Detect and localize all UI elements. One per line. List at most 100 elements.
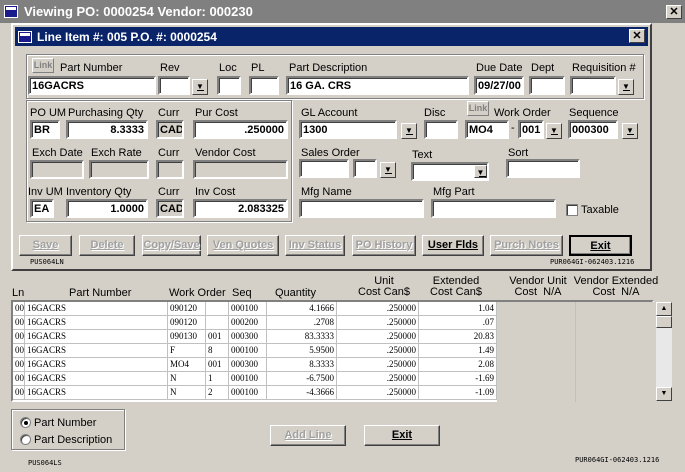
sort-label: Sort bbox=[508, 147, 529, 159]
scroll-down-icon[interactable]: ▼ bbox=[656, 387, 672, 401]
scroll-up-icon[interactable]: ▲ bbox=[656, 302, 672, 316]
cell-seq: 000300 bbox=[229, 358, 267, 372]
form-code-left-2: PUS064LS bbox=[28, 459, 62, 467]
pur-cost-label: Pur Cost bbox=[195, 107, 238, 119]
sort-field[interactable] bbox=[506, 159, 580, 178]
sort-part-description-radio[interactable] bbox=[20, 434, 31, 445]
loc-field[interactable] bbox=[217, 76, 241, 95]
taxable-checkbox[interactable] bbox=[566, 204, 578, 216]
link2-button[interactable]: Link bbox=[467, 101, 489, 116]
work-order-suffix-field[interactable]: 001 bbox=[518, 120, 544, 139]
mfg-name-field[interactable] bbox=[299, 199, 424, 218]
gl-account-dropdown-icon[interactable]: ▼ bbox=[401, 123, 417, 139]
curr-label-2: Curr bbox=[158, 147, 180, 159]
ven-quotes-button[interactable]: Ven Quotes bbox=[207, 235, 279, 256]
table-row[interactable]: 00716GACRSN2000100-4.3666.250000-1.09 bbox=[13, 386, 652, 400]
dept-field[interactable] bbox=[529, 76, 565, 95]
cell-ln: 005 bbox=[13, 358, 25, 372]
pur-cost-field[interactable]: .250000 bbox=[193, 120, 288, 139]
sales-order-suffix-field[interactable] bbox=[353, 159, 377, 178]
work-order-dropdown-icon[interactable]: ▼ bbox=[546, 123, 562, 139]
cell-ext: -1.09 bbox=[419, 386, 497, 400]
exit-button-2[interactable]: Exit bbox=[364, 425, 440, 446]
mfg-part-field[interactable] bbox=[431, 199, 556, 218]
cell-ln: 004 bbox=[13, 344, 25, 358]
part-number-field[interactable]: 16GACRS bbox=[28, 76, 156, 95]
delete-button[interactable]: Delete bbox=[79, 235, 135, 256]
purchasing-qty-field[interactable]: 8.3333 bbox=[66, 120, 148, 139]
sequence-field[interactable]: 000300 bbox=[568, 120, 618, 139]
gl-account-label: GL Account bbox=[301, 107, 358, 119]
cell-seq: 000300 bbox=[229, 330, 267, 344]
cell-ext: -1.69 bbox=[419, 372, 497, 386]
requisition-dropdown-icon[interactable]: ▼ bbox=[618, 79, 634, 95]
add-line-button[interactable]: Add Line bbox=[270, 425, 346, 446]
save-button[interactable]: Save bbox=[19, 235, 72, 256]
gl-account-field[interactable]: 1300 bbox=[299, 120, 397, 139]
vendor-cost-label: Vendor Cost bbox=[195, 147, 256, 159]
requisition-field[interactable] bbox=[570, 76, 616, 95]
sales-order-dropdown-icon[interactable]: ▼ bbox=[380, 162, 396, 178]
rev-dropdown-icon[interactable]: ▼ bbox=[192, 79, 208, 95]
copy-save-button[interactable]: Copy/Save bbox=[142, 235, 201, 256]
dialog-close-icon[interactable]: ✕ bbox=[629, 29, 645, 43]
cell-seq: 000100 bbox=[229, 302, 267, 316]
table-row[interactable]: 00516GACRSMO40010003008.3333.2500002.08 bbox=[13, 358, 652, 372]
pl-field[interactable] bbox=[249, 76, 279, 95]
cell-qty: 4.1666 bbox=[267, 302, 337, 316]
cell-part: 16GACRS bbox=[25, 316, 168, 330]
cell-qty: 5.9500 bbox=[267, 344, 337, 358]
po-um-field[interactable]: BR bbox=[30, 120, 60, 139]
cell-wo2 bbox=[206, 302, 229, 316]
cell-part: 16GACRS bbox=[25, 358, 168, 372]
table-row[interactable]: 00316GACRS09013000100030083.3333.2500002… bbox=[13, 330, 652, 344]
cell-wo2: 1 bbox=[206, 372, 229, 386]
cell-unit: .250000 bbox=[337, 316, 419, 330]
due-date-field[interactable]: 09/27/00 bbox=[474, 76, 524, 95]
line-items-grid[interactable]: 00116GACRS0901200001004.1666.2500001.040… bbox=[11, 300, 654, 402]
sequence-label: Sequence bbox=[569, 107, 619, 119]
cell-unit: .250000 bbox=[337, 344, 419, 358]
exit-button[interactable]: Exit bbox=[569, 235, 632, 256]
loc-label: Loc bbox=[219, 62, 237, 74]
sort-part-number-radio[interactable] bbox=[20, 417, 31, 428]
sort-part-number-label: Part Number bbox=[34, 417, 97, 429]
inv-cost-field[interactable]: 2.083325 bbox=[193, 199, 288, 218]
dept-label: Dept bbox=[531, 62, 555, 74]
purch-notes-button[interactable]: Purch Notes bbox=[490, 235, 563, 256]
po-history-button[interactable]: PO History bbox=[352, 235, 416, 256]
sequence-dropdown-icon[interactable]: ▼ bbox=[622, 123, 638, 139]
col-seq-header: Seq bbox=[232, 287, 252, 299]
cell-wo2: 001 bbox=[206, 330, 229, 344]
cell-part: 16GACRS bbox=[25, 386, 168, 400]
scroll-thumb[interactable] bbox=[656, 316, 672, 328]
work-order-field[interactable]: MO4 bbox=[465, 120, 509, 139]
inv-status-button[interactable]: Inv Status bbox=[285, 235, 345, 256]
inventory-qty-field[interactable]: 1.0000 bbox=[66, 199, 148, 218]
table-row[interactable]: 00216GACRS090120 000200.2708.250000.07 bbox=[13, 316, 652, 330]
dialog-title: Line Item #: 005 P.O. #: 0000254 bbox=[37, 29, 217, 44]
inv-um-label: Inv UM bbox=[28, 186, 63, 198]
sales-order-field[interactable] bbox=[299, 159, 349, 178]
table-row[interactable]: 00616GACRSN1000100-6.7500.250000-1.69 bbox=[13, 372, 652, 386]
inv-um-field[interactable]: EA bbox=[30, 199, 54, 218]
window-close-icon[interactable]: ✕ bbox=[666, 5, 682, 19]
cell-wo2: 8 bbox=[206, 344, 229, 358]
part-description-field[interactable]: 16 GA. CRS bbox=[286, 76, 469, 95]
table-row[interactable]: 00116GACRS090120 0001004.1666.2500001.04 bbox=[13, 302, 652, 316]
grid-scrollbar[interactable]: ▲ ▼ bbox=[656, 302, 672, 401]
table-row[interactable]: 00416GACRSF80001005.9500.2500001.49 bbox=[13, 344, 652, 358]
user-flds-button[interactable]: User Flds bbox=[422, 235, 484, 256]
link1-button[interactable]: Link bbox=[32, 58, 54, 73]
cell-wo: MO4 bbox=[168, 358, 206, 372]
disc-field[interactable] bbox=[424, 120, 458, 139]
cell-qty: -6.7500 bbox=[267, 372, 337, 386]
cell-qty: 83.3333 bbox=[267, 330, 337, 344]
rev-field[interactable] bbox=[158, 76, 190, 95]
inventory-qty-label: Inventory Qty bbox=[66, 186, 132, 198]
form-code-right-2: PUR064GI-062403.1216 bbox=[575, 456, 660, 464]
col-vendor-unit-header: Vendor Unit Cost N/A bbox=[509, 275, 567, 298]
cell-seq: 000100 bbox=[229, 386, 267, 400]
cell-ext: .07 bbox=[419, 316, 497, 330]
text-dropdown-icon[interactable]: ▼ bbox=[474, 165, 487, 178]
